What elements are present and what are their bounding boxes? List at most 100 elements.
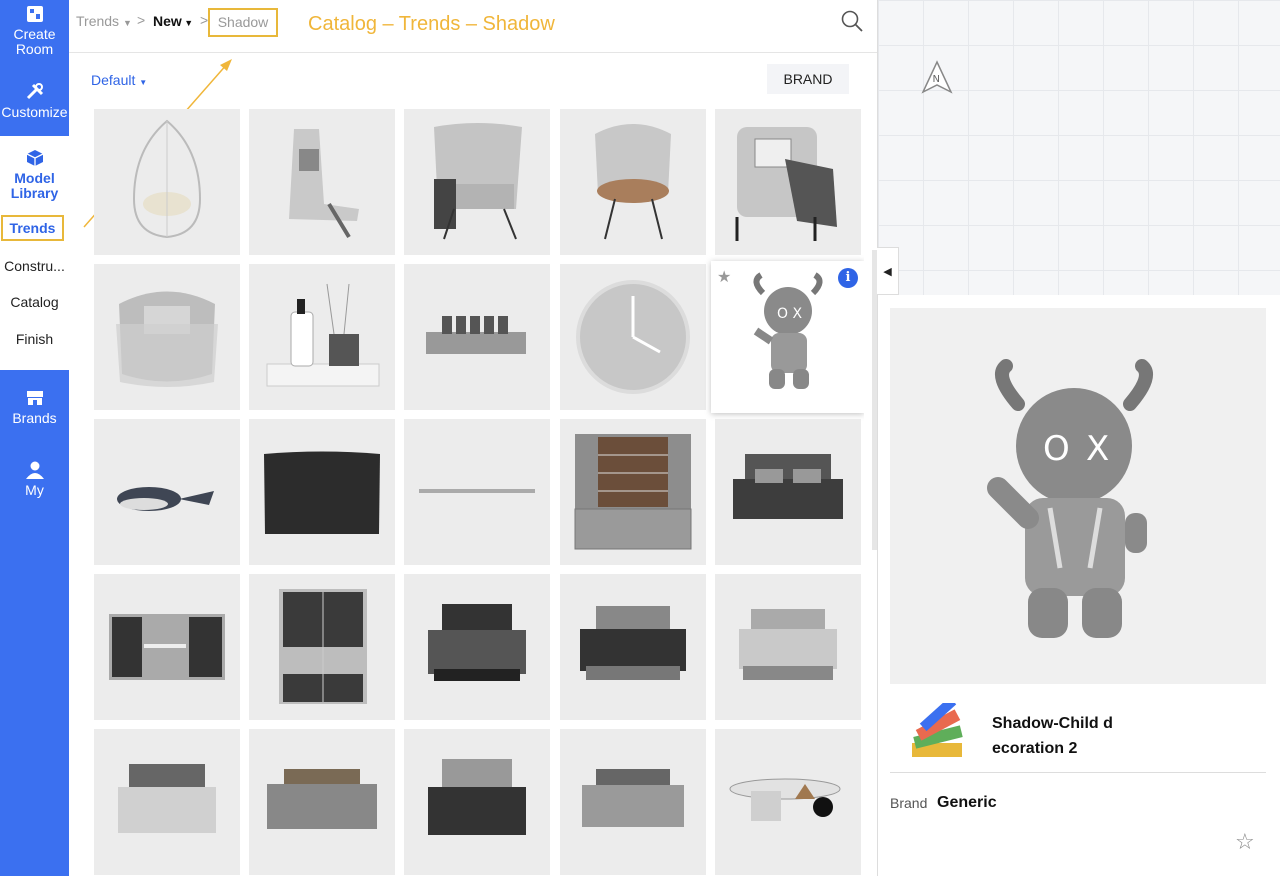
sub-item-construction[interactable]: Constru... [0,258,69,274]
model-tile-shell-armchair[interactable] [560,109,706,255]
model-library-label-1: Model [14,170,55,186]
platform-bed-image [582,769,684,827]
caret-down-icon: ▼ [181,18,194,28]
model-tile-upholstered-bed[interactable] [715,574,861,720]
model-tile-wall-bookcase-desk[interactable] [94,574,240,720]
breadcrumb-shadow[interactable]: Shadow [208,8,278,37]
model-tile-shelf-plank[interactable] [404,419,550,565]
model-title-line-1: Shadow-Child d [992,715,1113,732]
model-grid: O X ★ i [94,109,864,876]
model-tile-tufted-bed[interactable] [404,729,550,875]
model-tile-coffee-table-set[interactable] [715,729,861,875]
low-bed-image [267,769,377,829]
customize-button[interactable]: Customize [0,82,69,120]
compass-icon: N [921,60,953,94]
model-tile-low-bed[interactable] [249,729,395,875]
model-tile-wall-clock[interactable] [560,264,706,410]
ox-figurine-preview-image: O X [987,359,1153,638]
chevron-right-icon: > [137,12,146,28]
model-tile-lounge-chaise[interactable] [249,109,395,255]
model-library-label-2: Library [10,185,59,201]
my-label: My [25,482,44,498]
hanging-egg-chair-image [132,119,202,239]
model-tile-wing-armchair[interactable] [715,109,861,255]
info-icon[interactable]: i [838,268,858,288]
brands-button[interactable]: Brands [0,388,69,426]
collapse-panel-button[interactable]: ◀ [877,247,899,295]
cube-icon [26,150,43,166]
model-tile-fabric-armchair[interactable] [404,109,550,255]
model-tile-bed-nightstands[interactable] [94,729,240,875]
model-library-submenu: Model Library Trends Constru... Catalog … [0,136,69,370]
model-tile-platform-bed[interactable] [560,729,706,875]
brand-value: Generic [937,794,997,811]
wardrobe-bookcase-image [574,434,692,550]
create-room-label-2: Room [15,41,54,57]
model-detail-panel: O X Shadow-Child d ecoration 2 Brand Gen… [877,295,1280,876]
model-tile-whale-plush[interactable] [94,419,240,565]
model-tile-double-bed[interactable] [715,419,861,565]
chevron-right-icon: > [200,12,209,28]
model-tile-dark-bed[interactable] [404,574,550,720]
shell-armchair-image [595,124,671,240]
wing-armchair-image [735,127,837,241]
diffuser-tray-image [266,283,380,387]
brand-filter-button[interactable]: BRAND [767,64,849,94]
breadcrumb-trends[interactable]: Trends ▼ [76,13,132,29]
brands-label: Brands [12,410,57,426]
star-icon[interactable]: ★ [717,267,731,287]
shelf-plank-image [419,489,535,493]
double-bed-image [733,454,843,519]
breadcrumb-new[interactable]: New ▼ [153,13,193,29]
pouf-armchair-image [116,291,218,387]
model-tile-hanging-egg-chair[interactable] [94,109,240,255]
model-title-line-2: ecoration 2 [992,740,1078,757]
caret-down-icon: ▼ [122,18,132,28]
model-title: Shadow-Child d ecoration 2 [992,711,1152,761]
favorite-star-icon[interactable]: ☆ [1235,829,1255,855]
breadcrumb-new-label: New [153,13,182,29]
material-swatch-icon [912,703,963,757]
annotation-label: Catalog – Trends – Shadow [308,13,555,35]
fabric-armchair-image [434,123,522,240]
store-icon [26,391,43,405]
grey-bed-image [580,606,686,680]
floorplan-icon [26,6,43,22]
coffee-table-set-image [729,778,841,821]
svg-text:X: X [1086,429,1109,469]
nixie-clock-image [426,316,526,354]
tall-bookcase-image [279,589,367,704]
model-tile-wardrobe-bookcase[interactable] [560,419,706,565]
wall-bookcase-desk-image [109,614,225,680]
svg-text:O: O [1043,429,1070,469]
model-tile-grey-bed[interactable] [560,574,706,720]
model-preview: O X [890,308,1266,684]
my-button[interactable]: My [0,460,69,498]
model-tile-diffuser-tray[interactable] [249,264,395,410]
create-room-button[interactable]: Create Room [0,4,69,57]
dark-bed-image [428,604,526,681]
svg-text:O X: O X [777,306,802,322]
model-tile-ox-figurine[interactable]: O X ★ i [711,261,864,413]
model-tile-black-rug[interactable] [249,419,395,565]
tufted-bed-image [428,759,526,835]
search-icon[interactable] [841,10,863,32]
triangle-left-icon: ◀ [883,266,892,278]
sub-item-trends[interactable]: Trends [1,215,64,241]
sub-item-catalog[interactable]: Catalog [0,294,69,310]
upholstered-bed-image [739,609,837,680]
sub-item-finish[interactable]: Finish [0,331,69,347]
customize-label: Customize [1,104,68,120]
tools-icon [26,83,43,100]
model-tile-nixie-clock[interactable] [404,264,550,410]
create-room-label-1: Create [13,26,56,42]
svg-text:N: N [933,74,940,85]
model-tile-tall-bookcase[interactable] [249,574,395,720]
catalog-header: Trends ▼ > New ▼ > Shadow Catalog – Tren… [69,0,877,53]
left-rail: Create Room Customize Model Library Tren… [0,0,69,876]
bed-nightstands-image [118,764,216,833]
user-icon [25,461,44,479]
lounge-chaise-image [289,129,359,239]
model-library-button[interactable]: Model Library [0,148,69,201]
model-tile-pouf-armchair[interactable] [94,264,240,410]
